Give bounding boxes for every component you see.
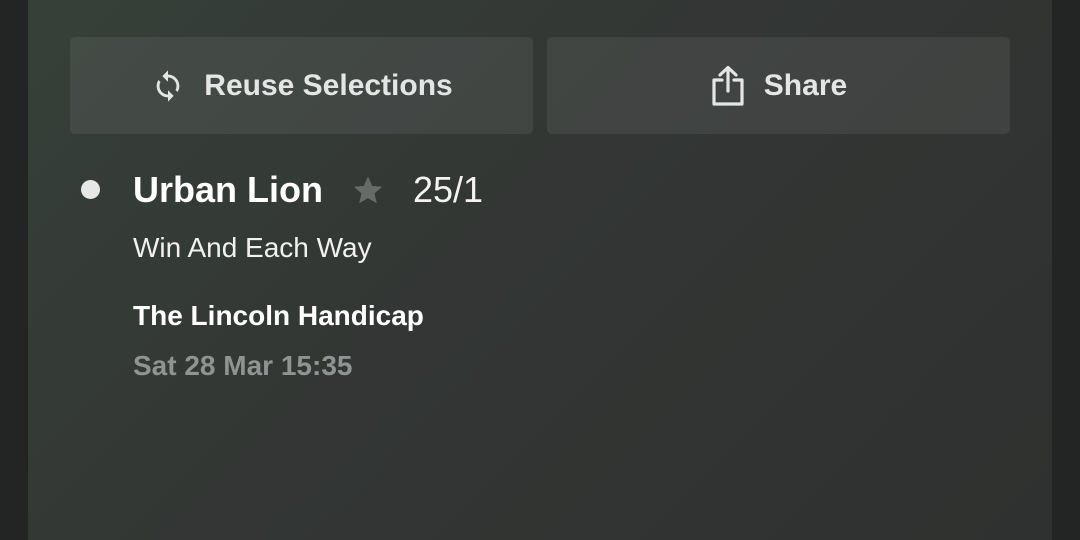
star-icon[interactable] — [351, 173, 385, 207]
market-type: Win And Each Way — [133, 232, 372, 263]
reuse-selections-button[interactable]: Reuse Selections — [70, 37, 533, 134]
bet-card: Reuse Selections Share Urban Lion 25/1 W… — [28, 0, 1052, 540]
share-button[interactable]: Share — [547, 37, 1010, 134]
runner-row: Urban Lion 25/1 — [133, 166, 483, 214]
refresh-icon — [150, 66, 186, 106]
runner-name: Urban Lion — [133, 169, 323, 210]
bullet-dot — [81, 180, 100, 199]
share-icon — [710, 65, 746, 106]
event-datetime: Sat 28 Mar 15:35 — [133, 350, 353, 381]
share-label: Share — [763, 68, 848, 102]
reuse-selections-label: Reuse Selections — [204, 68, 453, 102]
odds-value: 25/1 — [412, 169, 484, 210]
event-name: The Lincoln Handicap — [133, 300, 424, 331]
